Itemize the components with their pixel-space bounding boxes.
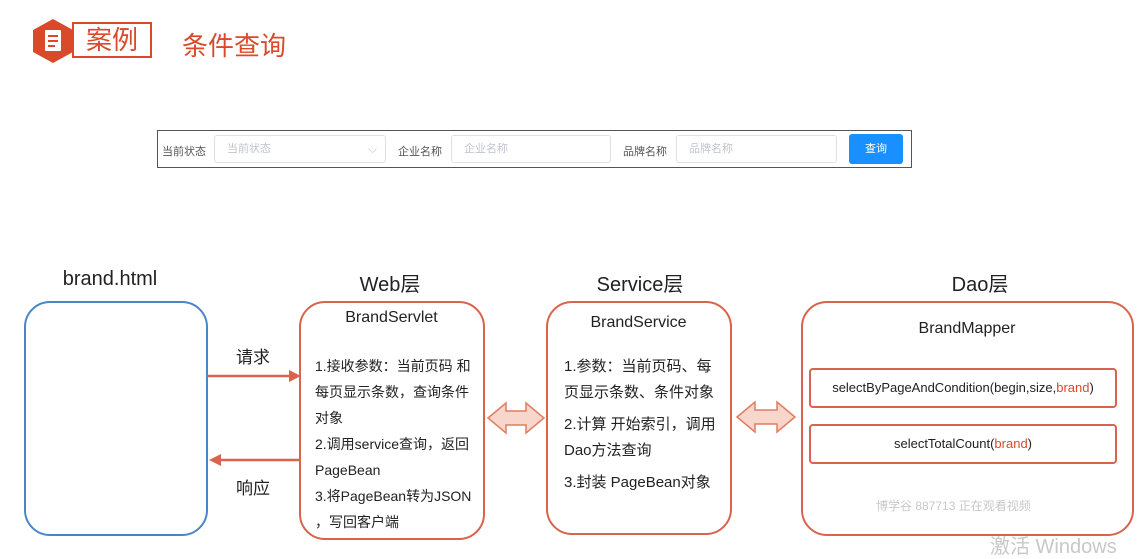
method2-prefix: selectTotalCount( <box>893 436 995 451</box>
method1-param: brand <box>1056 380 1090 395</box>
service-layer-label: Service层 <box>596 274 684 296</box>
brand-service-title: BrandService <box>590 314 687 331</box>
browser-page-box <box>24 301 208 536</box>
service-step3: 3.封装 PageBean对象 <box>564 474 711 491</box>
method1-suffix: ) <box>1089 380 1094 395</box>
status-placeholder: 当前状态 <box>227 143 271 155</box>
service-dao-double-arrow <box>735 400 797 434</box>
select-total-count-text: selectTotalCount(brand) <box>811 426 1115 462</box>
service-step1-line1: 1.参数：当前页码、每 <box>564 358 712 375</box>
method1-prefix: selectByPageAndCondition(begin,size, <box>832 380 1057 395</box>
servlet-step1-line1: 1.接收参数：当前页码 和 <box>315 358 471 374</box>
servlet-step1-line3: 对象 <box>315 410 343 426</box>
method2-param: brand <box>994 436 1028 451</box>
service-steps: 1.参数：当前页码、每 页显示条数、条件对象 2.计算 开始索引，调用 Dao方… <box>564 354 732 496</box>
servlet-step2-line2: PageBean <box>315 462 381 478</box>
web-layer-label: Web层 <box>359 274 421 296</box>
viewer-watermark: 博学谷 887713 正在观看视频 <box>876 499 1031 513</box>
brand-mapper-title: BrandMapper <box>918 320 1016 337</box>
brand-servlet-title: BrandServlet <box>345 309 438 326</box>
search-form: 当前状态 当前状态 ⌵ 企业名称 企业名称 品牌名称 品牌名称 查询 <box>157 130 912 168</box>
status-label: 当前状态 <box>162 146 206 158</box>
case-icon <box>33 19 73 63</box>
company-input[interactable]: 企业名称 <box>451 135 611 163</box>
service-step2-line2: Dao方法查询 <box>564 442 652 459</box>
request-label: 请求 <box>236 348 270 367</box>
service-step1-line2: 页显示条数、条件对象 <box>564 384 715 401</box>
status-select[interactable]: 当前状态 ⌵ <box>214 135 386 163</box>
chevron-down-icon: ⌵ <box>367 142 377 156</box>
brand-servlet-box: BrandServlet 1.接收参数：当前页码 和 每页显示条数，查询条件 对… <box>299 301 485 540</box>
web-service-double-arrow <box>486 401 546 435</box>
query-button[interactable]: 查询 <box>849 134 903 164</box>
servlet-step2-line1: 2.调用service查询，返回 <box>315 436 470 452</box>
brand-placeholder: 品牌名称 <box>689 143 733 155</box>
request-arrow <box>207 370 301 382</box>
select-by-page-text: selectByPageAndCondition(begin,size,bran… <box>811 370 1115 406</box>
service-step2-line1: 2.计算 开始索引，调用 <box>564 416 716 433</box>
response-arrow <box>209 454 301 466</box>
brand-label: 品牌名称 <box>623 146 667 158</box>
select-by-page-method: selectByPageAndCondition(begin,size,bran… <box>809 368 1117 408</box>
company-label: 企业名称 <box>398 146 442 158</box>
brand-service-box: BrandService 1.参数：当前页码、每 页显示条数、条件对象 2.计算… <box>546 301 732 535</box>
method2-suffix: ) <box>1027 436 1033 451</box>
case-badge: 案例 <box>72 22 152 58</box>
brand-input[interactable]: 品牌名称 <box>676 135 837 163</box>
servlet-step1-line2: 每页显示条数，查询条件 <box>315 384 469 400</box>
windows-activation-watermark: 激活 Windows <box>990 536 1117 558</box>
page-title: 条件查询 <box>182 31 287 61</box>
servlet-step3-line1: 3.将PageBean转为JSON <box>315 488 472 504</box>
dao-layer-label: Dao层 <box>951 274 1009 296</box>
servlet-steps: 1.接收参数：当前页码 和 每页显示条数，查询条件 对象 2.调用service… <box>315 353 485 535</box>
company-placeholder: 企业名称 <box>464 143 508 155</box>
select-total-count-method: selectTotalCount(brand) <box>809 424 1117 464</box>
servlet-step3-line2: ，写回客户端 <box>315 514 399 530</box>
response-label: 响应 <box>236 479 270 498</box>
brand-html-label: brand.html <box>62 268 158 290</box>
